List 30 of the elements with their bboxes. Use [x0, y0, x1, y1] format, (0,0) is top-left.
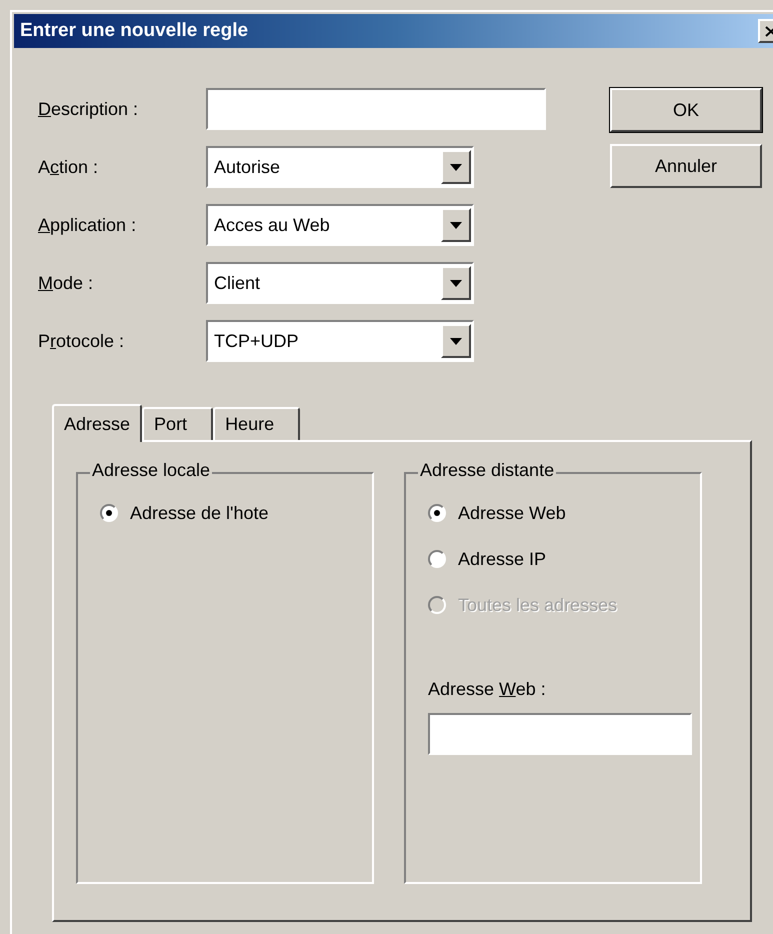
dialog-button[interactable]: Annuler [610, 144, 762, 188]
group-title: Adresse distante [418, 461, 556, 479]
group-title: Adresse locale [90, 461, 212, 479]
caret-icon [450, 164, 462, 170]
field-label: Description : [38, 98, 140, 121]
tab[interactable]: Adresse [52, 404, 142, 442]
caret-icon [450, 280, 462, 286]
dialog-button[interactable]: OK [610, 88, 762, 132]
dropdown[interactable]: Autorise [206, 146, 474, 188]
caret-icon [450, 338, 462, 344]
input-field[interactable] [428, 713, 692, 755]
field-label: Mode : [38, 272, 94, 294]
field-label: Adresse Web : [428, 678, 547, 701]
tab[interactable]: Port [142, 407, 214, 440]
dropdown[interactable]: TCP+UDP [206, 320, 474, 362]
radio-button[interactable] [428, 550, 446, 568]
radio-button[interactable] [100, 504, 118, 522]
field-label: Protocole : [38, 330, 126, 352]
tab[interactable]: Heure [213, 407, 300, 440]
field-label: Action : [38, 156, 100, 178]
radio-button[interactable] [428, 504, 446, 522]
dropdown[interactable]: Acces au Web [206, 204, 474, 246]
radio-label: Adresse IP [458, 548, 546, 570]
radio-label: Adresse Web [458, 502, 566, 524]
input-field[interactable] [206, 88, 546, 130]
field-label: Application : [38, 214, 138, 237]
caret-icon [450, 222, 462, 228]
window-title: Entrer une nouvelle regle [20, 18, 248, 43]
dropdown[interactable]: Client [206, 262, 474, 304]
radio-label: Adresse de l'hote [130, 502, 269, 524]
